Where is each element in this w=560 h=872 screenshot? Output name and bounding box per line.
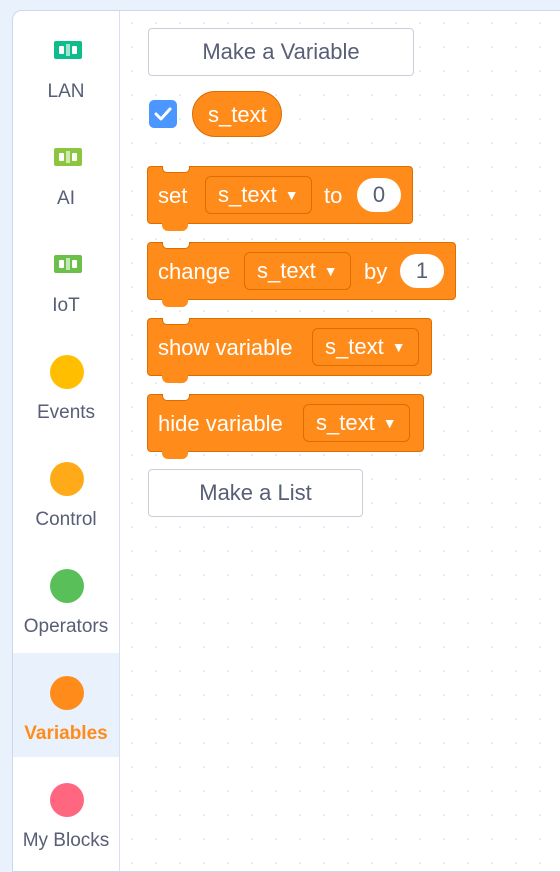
- category-control[interactable]: Control: [13, 439, 119, 543]
- lan-device-icon: [54, 41, 82, 59]
- category-sidebar: LAN AI IoT Events Control Operators Vari…: [13, 11, 120, 871]
- show-variable-dropdown[interactable]: s_text ▼: [312, 328, 419, 366]
- caret-down-icon: ▼: [391, 339, 406, 355]
- category-events[interactable]: Events: [13, 332, 119, 436]
- show-dropdown-text: s_text: [325, 334, 384, 359]
- make-variable-button[interactable]: Make a Variable: [148, 28, 414, 76]
- block-palette: Make a Variable s_text set s_text ▼ to 0 …: [120, 11, 560, 871]
- category-control-label: Control: [35, 509, 97, 530]
- hide-variable-label: hide variable: [158, 411, 283, 436]
- to-label: to: [324, 183, 343, 208]
- show-variable-block[interactable]: show variable s_text ▼: [147, 318, 432, 383]
- caret-down-icon: ▼: [323, 263, 338, 279]
- set-variable-dropdown[interactable]: s_text ▼: [205, 176, 312, 214]
- make-list-button[interactable]: Make a List: [148, 469, 363, 517]
- change-dropdown-text: s_text: [257, 258, 316, 283]
- category-lan[interactable]: LAN: [13, 11, 119, 115]
- category-variables[interactable]: Variables: [13, 653, 119, 757]
- category-operators[interactable]: Operators: [13, 546, 119, 650]
- category-my-blocks-label: My Blocks: [22, 830, 110, 851]
- variable-reporter[interactable]: s_text: [192, 91, 282, 137]
- category-ai[interactable]: AI: [13, 118, 119, 222]
- caret-down-icon: ▼: [382, 415, 397, 431]
- category-ai-label: AI: [57, 188, 75, 209]
- iot-device-icon: [54, 255, 82, 273]
- myblocks-dot-icon: [50, 783, 84, 817]
- hide-variable-dropdown[interactable]: s_text ▼: [303, 404, 410, 442]
- show-variable-label: show variable: [158, 335, 293, 360]
- set-label: set: [158, 183, 188, 208]
- operators-dot-icon: [50, 569, 84, 603]
- category-operators-label: Operators: [23, 616, 109, 637]
- check-icon: [154, 107, 172, 121]
- change-variable-dropdown[interactable]: s_text ▼: [244, 252, 351, 290]
- events-dot-icon: [50, 355, 84, 389]
- change-label: change: [158, 259, 231, 284]
- category-lan-label: LAN: [47, 81, 85, 102]
- set-dropdown-text: s_text: [218, 182, 277, 207]
- set-value-input[interactable]: 0: [357, 178, 401, 212]
- set-variable-block[interactable]: set s_text ▼ to 0: [147, 166, 413, 231]
- caret-down-icon: ▼: [284, 187, 299, 203]
- variable-checkbox[interactable]: [149, 100, 177, 128]
- category-variables-label: Variables: [24, 723, 108, 744]
- control-dot-icon: [50, 462, 84, 496]
- hide-variable-block[interactable]: hide variable s_text ▼: [147, 394, 424, 459]
- hide-dropdown-text: s_text: [316, 410, 375, 435]
- by-label: by: [364, 259, 388, 284]
- variables-dot-icon: [50, 676, 84, 710]
- change-variable-block[interactable]: change s_text ▼ by 1: [147, 242, 456, 307]
- ai-device-icon: [54, 148, 82, 166]
- category-iot-label: IoT: [52, 295, 80, 316]
- category-events-label: Events: [36, 402, 96, 423]
- category-my-blocks[interactable]: My Blocks: [13, 760, 119, 864]
- editor-frame: LAN AI IoT Events Control Operators Vari…: [12, 10, 560, 872]
- category-iot[interactable]: IoT: [13, 225, 119, 329]
- change-value-input[interactable]: 1: [400, 254, 444, 288]
